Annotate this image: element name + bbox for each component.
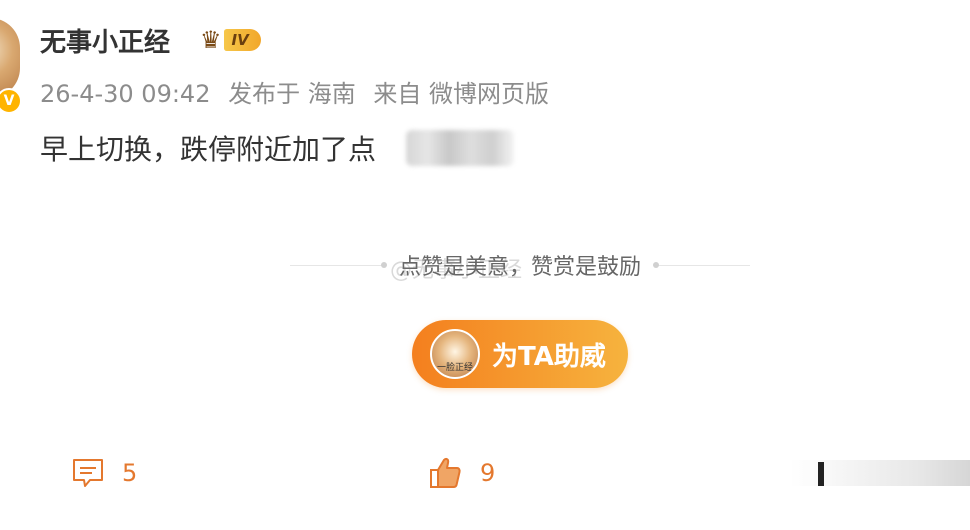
- author-avatar[interactable]: [0, 18, 20, 98]
- level-badge[interactable]: ♛ IV: [200, 26, 261, 54]
- post-meta: 26-4-30 09:42 发布于 海南 来自 微博网页版: [40, 74, 559, 109]
- cheer-avatar: 一脸正经: [430, 329, 480, 379]
- post-time[interactable]: 26-4-30 09:42: [40, 80, 210, 108]
- comment-button[interactable]: 5: [72, 450, 137, 496]
- comment-count: 5: [122, 459, 138, 487]
- post-content: 早上切换，跌停附近加了点: [40, 133, 377, 166]
- thumbs-up-icon: [430, 458, 461, 488]
- reward-divider: 点赞是美意，赞赏是鼓励: [290, 248, 751, 282]
- crown-icon: ♛: [200, 26, 222, 54]
- divider-line-right: [653, 261, 751, 268]
- post-location: 发布于 海南: [228, 80, 356, 108]
- edge-fade: [790, 460, 970, 486]
- comment-icon: [73, 459, 103, 487]
- edge-marker: [818, 462, 824, 486]
- level-badge-label: IV: [223, 29, 261, 51]
- post-source: 来自 微博网页版: [373, 80, 550, 108]
- cheer-button[interactable]: 一脸正经 为TA助威: [412, 320, 628, 388]
- reward-divider-text: 点赞是美意，赞赏是鼓励: [399, 255, 642, 280]
- blurred-text: [406, 130, 514, 166]
- cheer-avatar-caption: 一脸正经: [436, 363, 473, 373]
- like-count: 9: [480, 459, 496, 487]
- verified-v-icon: V: [0, 88, 22, 114]
- author-name[interactable]: 无事小正经: [40, 22, 170, 59]
- divider-line-left: [290, 261, 387, 268]
- cheer-button-label: 为TA助威: [492, 341, 606, 372]
- like-button[interactable]: 9: [428, 450, 495, 496]
